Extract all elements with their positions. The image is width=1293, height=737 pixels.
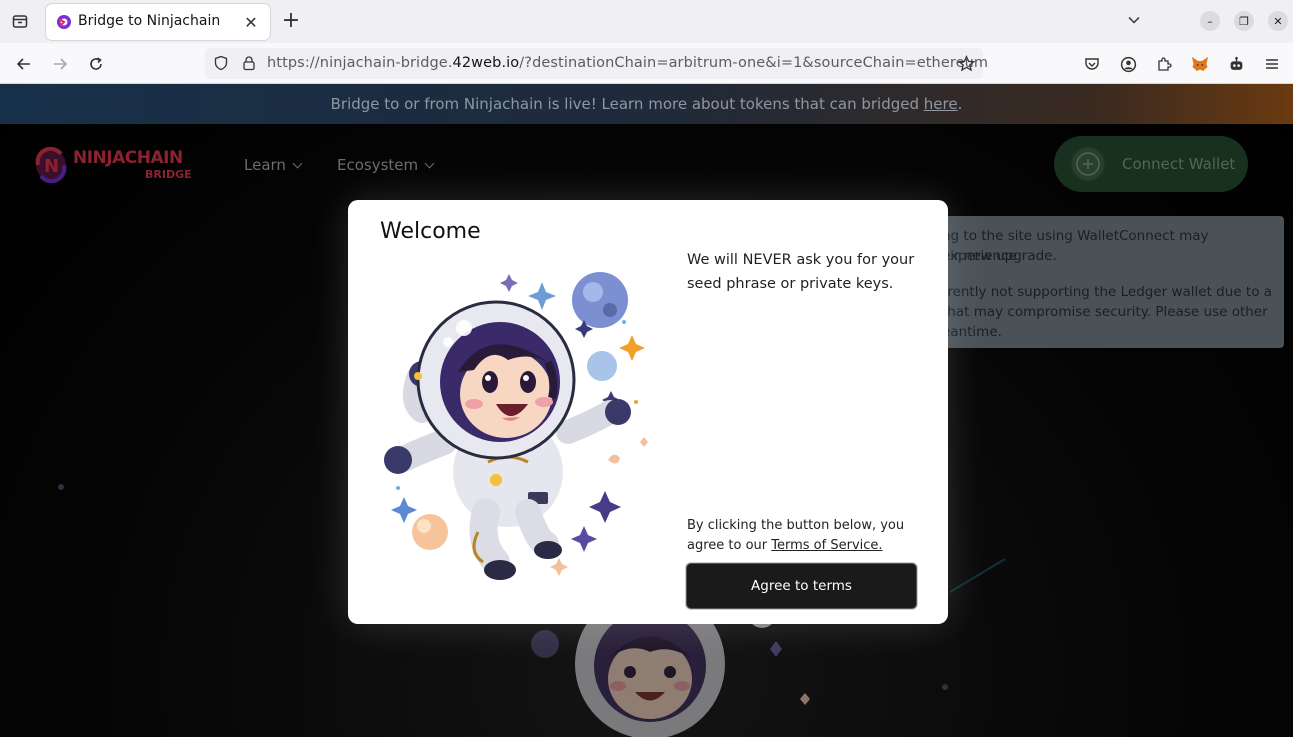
logo-subtext: BRIDGE — [145, 168, 192, 181]
ninjachain-logo[interactable]: N NINJACHAIN BRIDGE — [33, 142, 193, 188]
menu-icon[interactable] — [1260, 52, 1284, 76]
tab-overview-icon[interactable] — [8, 9, 32, 33]
back-icon[interactable] — [12, 52, 36, 76]
ninjachain-logo-icon: N — [35, 146, 67, 184]
announcement-banner: Bridge to or from Ninjachain is live! Le… — [0, 84, 1293, 124]
notice-line: eantime. — [942, 324, 1002, 340]
extensions-icon[interactable] — [1152, 52, 1176, 76]
shield-icon[interactable] — [213, 55, 229, 75]
background-dot — [58, 484, 64, 490]
notice-line: eir new upgrade. — [942, 248, 1057, 264]
pocket-icon[interactable] — [1080, 52, 1104, 76]
background-streak — [950, 558, 1006, 593]
banner-text: Bridge to or from Ninjachain is live! Le… — [330, 95, 963, 113]
browser-tab[interactable]: Bridge to Ninjachain ✕ — [46, 4, 270, 40]
notice-box: ng to the site using WalletConnect may e… — [920, 216, 1284, 348]
ninjachain-favicon-icon — [57, 15, 71, 29]
chevron-down-icon[interactable] — [1124, 10, 1144, 30]
account-icon[interactable] — [1116, 52, 1140, 76]
forward-icon[interactable] — [48, 52, 72, 76]
terms-notice: By clicking the button below, you agree … — [687, 518, 905, 553]
plus-circle-icon — [1070, 146, 1106, 182]
security-warning: We will NEVER ask you for your seed phra… — [687, 252, 915, 292]
close-tab-icon[interactable]: ✕ — [240, 11, 262, 33]
chevron-down-icon — [292, 158, 303, 169]
menu-ecosystem[interactable]: Ecosystem — [337, 156, 435, 174]
astronaut-illustration — [384, 272, 648, 580]
close-window-icon[interactable]: ✕ — [1268, 11, 1288, 31]
welcome-modal: Welcome We will NEVER ask you for your s… — [348, 200, 948, 624]
browser-tab-bar: Bridge to Ninjachain ✕ + – ❐ ✕ — [0, 0, 1293, 43]
modal-title: Welcome — [380, 219, 481, 244]
new-tab-icon[interactable]: + — [279, 9, 303, 33]
background-dot — [942, 684, 948, 690]
browser-nav-bar: https://ninjachain-bridge.42web.io/?dest… — [0, 43, 1293, 84]
notice-line: that may compromise security. Please use… — [942, 304, 1268, 320]
robot-extension-icon[interactable] — [1224, 52, 1248, 76]
bookmark-star-icon[interactable] — [957, 55, 976, 76]
terms-of-service-link[interactable]: Terms of Service. — [771, 538, 882, 553]
lock-icon[interactable] — [241, 55, 257, 75]
chevron-down-icon — [424, 158, 435, 169]
menu-learn[interactable]: Learn — [244, 156, 303, 174]
notice-line: rrently not supporting the Ledger wallet… — [942, 284, 1273, 300]
metamask-fox-icon[interactable] — [1188, 52, 1212, 76]
logo-text: NINJACHAIN — [73, 148, 183, 168]
connect-wallet-label: Connect Wallet — [1122, 155, 1236, 173]
url-bar[interactable]: https://ninjachain-bridge.42web.io/?dest… — [205, 48, 988, 79]
restore-icon[interactable]: ❐ — [1234, 11, 1254, 31]
reload-icon[interactable] — [84, 52, 108, 76]
minimize-icon[interactable]: – — [1200, 11, 1220, 31]
page-content: Bridge to or from Ninjachain is live! Le… — [0, 84, 1293, 737]
agree-to-terms-button[interactable]: Agree to terms — [686, 563, 917, 609]
tab-title: Bridge to Ninjachain — [78, 13, 221, 29]
url-text: https://ninjachain-bridge.42web.io/?dest… — [267, 55, 989, 71]
connect-wallet-button[interactable]: Connect Wallet — [1054, 136, 1248, 192]
banner-link[interactable]: here — [924, 95, 958, 113]
svg-text:N: N — [44, 156, 59, 177]
